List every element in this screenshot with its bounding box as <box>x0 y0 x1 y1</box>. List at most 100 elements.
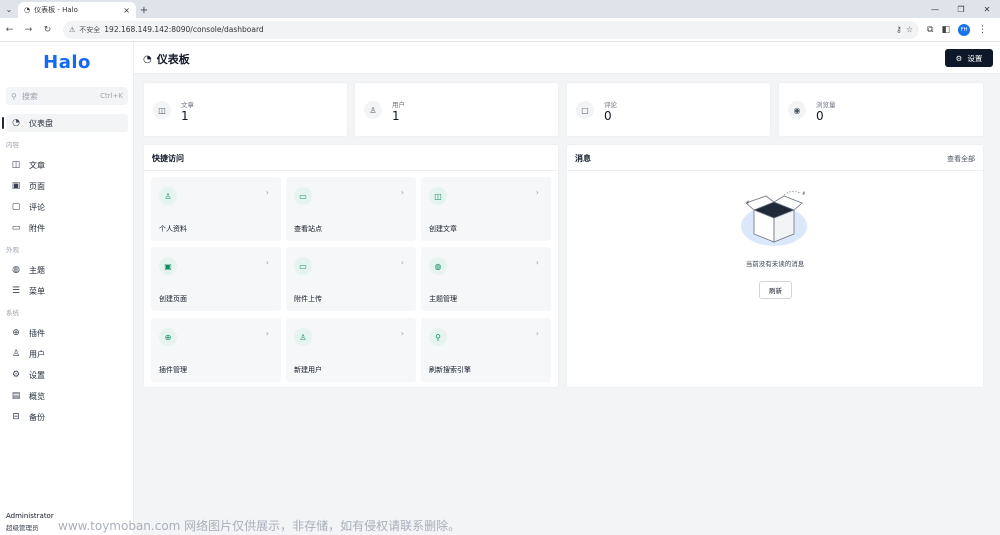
stat-value: 1 <box>181 109 189 123</box>
key-icon[interactable]: ⚷ <box>896 25 902 34</box>
sidebar-item-label: 文章 <box>29 160 45 170</box>
quick-access-item[interactable]: ▭ › 查看站点 <box>286 177 416 241</box>
sidebar-item-settings[interactable]: ⚙ 设置 <box>6 366 128 384</box>
folder-icon: ▭ <box>11 223 21 233</box>
chevron-right-icon: › <box>265 329 269 338</box>
sidebar-item-posts[interactable]: ◫ 文章 <box>6 156 128 174</box>
window-icon: ▭ <box>294 187 312 205</box>
comment-icon: ▢ <box>576 101 594 119</box>
minimize-icon[interactable]: — <box>922 0 948 18</box>
stat-value: 0 <box>604 109 612 123</box>
comment-icon: ▢ <box>11 202 21 212</box>
sidebar-item-plugins[interactable]: ⊕ 插件 <box>6 324 128 342</box>
kebab-menu-icon[interactable]: ⋮ <box>978 25 987 35</box>
sidebar-item-attachments[interactable]: ▭ 附件 <box>6 219 128 237</box>
book-icon: ◫ <box>153 101 171 119</box>
sidebar-item-label: 备份 <box>29 412 45 422</box>
quick-access-label: 创建页面 <box>159 295 187 303</box>
chevron-right-icon: › <box>535 329 539 338</box>
sidebar-item-backup[interactable]: ⊟ 备份 <box>6 408 128 426</box>
window-controls: — ❐ ✕ <box>922 0 1000 18</box>
star-icon[interactable]: ☆ <box>906 25 913 34</box>
profile-avatar[interactable]: FH <box>957 23 970 36</box>
sidebar-item-label: 主题 <box>29 265 45 275</box>
sidebar-item-label: 附件 <box>29 223 45 233</box>
chevron-right-icon: › <box>265 258 269 267</box>
refresh-button[interactable]: 刷新 <box>759 281 792 299</box>
palette-icon: ◍ <box>429 257 447 275</box>
search-icon: ⚲ <box>429 328 447 346</box>
sidebar-group-system: 系统 <box>6 309 19 317</box>
side-panel-icon[interactable]: ◧ <box>941 25 950 35</box>
quick-access-item[interactable]: ⊕ › 插件管理 <box>151 318 281 382</box>
book-icon: ◫ <box>429 187 447 205</box>
browser-tab-strip: ⌄ ◔ 仪表板 - Halo × + — ❐ ✕ <box>0 0 1000 18</box>
close-window-icon[interactable]: ✕ <box>974 0 1000 18</box>
sidebar-item-label: 用户 <box>29 349 45 359</box>
security-label[interactable]: 不安全 <box>79 25 100 35</box>
sidebar-item-themes[interactable]: ◍ 主题 <box>6 261 128 279</box>
tab-close-icon[interactable]: × <box>123 6 130 15</box>
quick-access-item[interactable]: ⚲ › 刷新搜索引擎 <box>421 318 551 382</box>
sidebar-item-label: 菜单 <box>29 286 45 296</box>
quick-access-label: 插件管理 <box>159 366 187 374</box>
stat-card-comments: ▢ 评论 0 <box>566 82 771 137</box>
stat-card-views: ◉ 浏览量 0 <box>778 82 984 137</box>
warning-icon[interactable]: ⚠ <box>69 26 75 34</box>
sidebar-item-overview[interactable]: ▤ 概览 <box>6 387 128 405</box>
stat-card-users: ♙ 用户 1 <box>354 82 559 137</box>
chevron-right-icon: › <box>400 329 404 338</box>
quick-access-label: 查看站点 <box>294 225 322 233</box>
page-header: ◔ 仪表板 ⚙ 设置 <box>134 42 1000 74</box>
stat-label: 评论 <box>604 101 617 109</box>
quick-access-item[interactable]: ▣ › 创建页面 <box>151 247 281 311</box>
divider <box>567 170 983 171</box>
user-icon: ♙ <box>11 349 21 359</box>
quick-access-label: 刷新搜索引擎 <box>429 366 471 374</box>
divider <box>144 170 558 171</box>
sidebar-item-comments[interactable]: ▢ 评论 <box>6 198 128 216</box>
search-input[interactable]: ⚲ 搜索 Ctrl+K <box>6 87 128 105</box>
dashboard-settings-button[interactable]: ⚙ 设置 <box>945 49 993 67</box>
chevron-right-icon: › <box>400 258 404 267</box>
sidebar-item-pages[interactable]: ▣ 页面 <box>6 177 128 195</box>
sidebar-item-label: 设置 <box>29 370 45 380</box>
view-all-link[interactable]: 查看全部 <box>947 154 975 164</box>
user-icon: ♙ <box>159 187 177 205</box>
search-icon: ⚲ <box>11 91 17 101</box>
sidebar-item-label: 仪表盘 <box>29 118 53 128</box>
quick-access-item[interactable]: ◍ › 主题管理 <box>421 247 551 311</box>
gauge-icon: ◔ <box>12 118 20 128</box>
gear-icon: ⚙ <box>11 370 21 380</box>
quick-access-item[interactable]: ▭ › 附件上传 <box>286 247 416 311</box>
url-text[interactable]: 192.168.149.142:8090/console/dashboard <box>104 25 892 34</box>
sidebar-item-menus[interactable]: ☰ 菜单 <box>6 282 128 300</box>
tab-search-icon[interactable]: ⌄ <box>0 0 18 18</box>
quick-access-panel: 快捷访问 ♙ › 个人资料 ▭ › 查看站点 ◫ › 创建文章 ▣ › 创建页面… <box>143 144 559 388</box>
restore-icon[interactable]: ❐ <box>948 0 974 18</box>
back-arrow-icon[interactable]: ← <box>0 25 19 35</box>
quick-access-item[interactable]: ♙ › 新建用户 <box>286 318 416 382</box>
terminal-icon: ▤ <box>11 391 21 401</box>
plug-icon: ⊕ <box>12 328 20 338</box>
empty-box-illustration: # # <box>741 191 807 246</box>
quick-access-item[interactable]: ♙ › 个人资料 <box>151 177 281 241</box>
reload-icon[interactable]: ↻ <box>38 25 57 35</box>
database-icon: ⊟ <box>12 412 20 422</box>
empty-message: 当前没有未读的消息 <box>745 260 805 268</box>
sidebar-item-users[interactable]: ♙ 用户 <box>6 345 128 363</box>
address-bar[interactable]: ⚠ 不安全 192.168.149.142:8090/console/dashb… <box>63 20 919 39</box>
forward-arrow-icon[interactable]: → <box>19 25 38 35</box>
sidebar-group-content: 内容 <box>6 141 19 149</box>
stat-label: 文章 <box>181 101 194 109</box>
quick-access-label: 附件上传 <box>294 295 322 303</box>
watermark: www.toymoban.com 网络图片仅供展示，非存储，如有侵权请联系删除。 <box>58 519 461 533</box>
new-tab-button[interactable]: + <box>136 2 152 18</box>
quick-access-item[interactable]: ◫ › 创建文章 <box>421 177 551 241</box>
sidebar-item-dashboard[interactable]: ◔ 仪表盘 <box>2 114 128 132</box>
browser-tab[interactable]: ◔ 仪表板 - Halo × <box>18 2 136 18</box>
extensions-icon[interactable]: ⧉ <box>927 25 933 35</box>
search-shortcut: Ctrl+K <box>100 92 123 100</box>
halo-logo[interactable]: Halo <box>0 52 134 73</box>
current-user[interactable]: Administrator 超级管理员 <box>6 512 54 532</box>
